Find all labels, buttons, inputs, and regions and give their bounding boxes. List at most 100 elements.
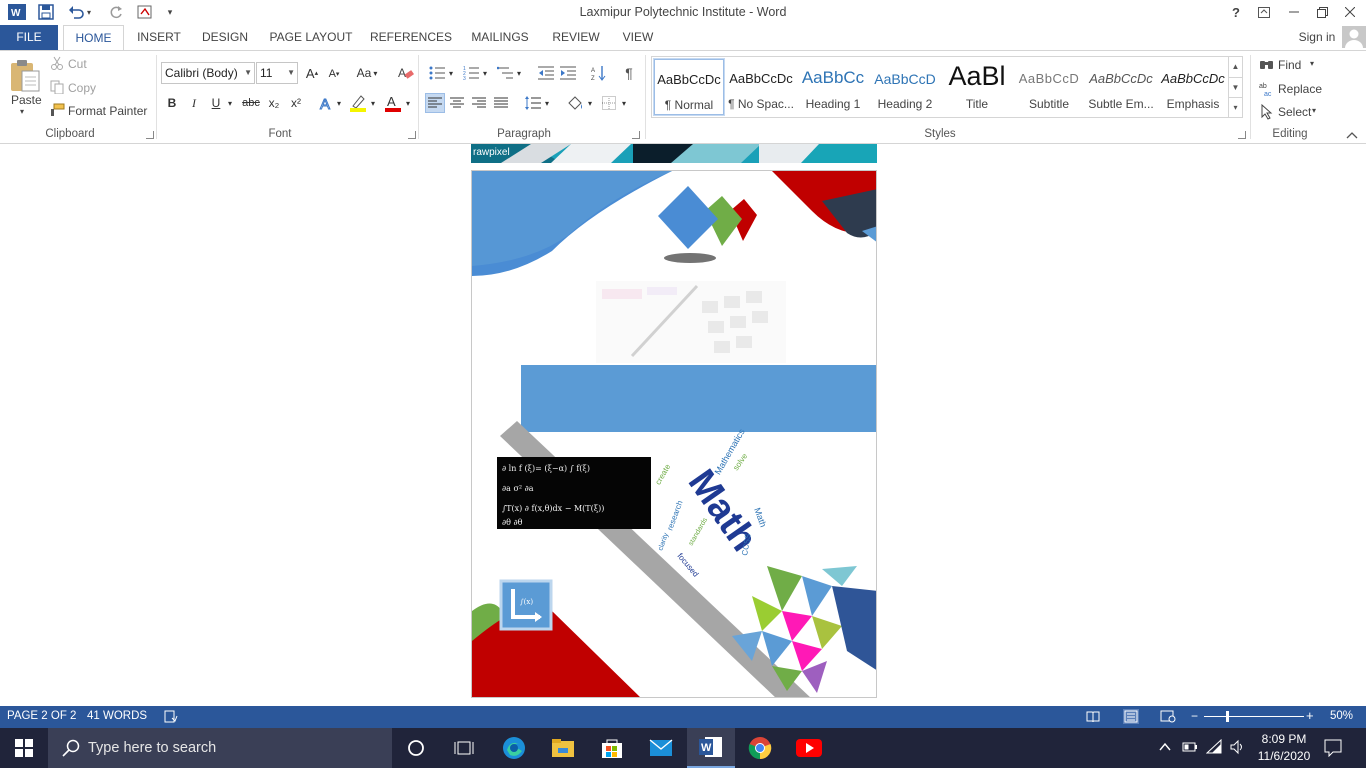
shading-dropdown-icon[interactable]: ▾ <box>585 93 595 113</box>
increase-indent-icon[interactable] <box>558 63 578 83</box>
highlight-dropdown-icon[interactable]: ▾ <box>368 93 378 113</box>
close-icon[interactable] <box>1336 2 1364 22</box>
borders-icon[interactable] <box>599 93 619 113</box>
clock-date[interactable]: 11/6/2020 <box>1256 749 1312 763</box>
bold-button[interactable]: B <box>162 93 182 113</box>
cut-button[interactable]: Cut <box>68 57 87 71</box>
file-explorer-icon[interactable] <box>549 734 577 762</box>
page-indicator[interactable]: PAGE 2 OF 2 <box>7 710 76 722</box>
find-dropdown-icon[interactable]: ▾ <box>1310 59 1314 68</box>
borders-dropdown-icon[interactable]: ▾ <box>619 93 629 113</box>
font-color-icon[interactable]: A <box>383 93 403 113</box>
format-painter-button[interactable]: Format Painter <box>68 104 147 118</box>
font-launcher-icon[interactable] <box>408 131 416 139</box>
sort-icon[interactable]: AZ <box>589 63 609 83</box>
select-button[interactable]: Select <box>1278 105 1311 119</box>
zoom-in-icon[interactable]: + <box>1306 709 1316 722</box>
align-left-icon[interactable] <box>425 93 445 113</box>
style-subtle-emphasis[interactable]: AaBbCcDc Subtle Em... <box>1086 59 1156 115</box>
text-effects-dropdown-icon[interactable]: ▾ <box>334 93 344 113</box>
multilevel-list-icon[interactable] <box>495 63 515 83</box>
read-mode-icon[interactable] <box>1086 710 1100 723</box>
subscript-button[interactable]: x₂ <box>264 93 284 113</box>
change-case-button[interactable]: Aa ▾ <box>352 63 382 83</box>
tab-view[interactable]: VIEW <box>616 25 660 50</box>
help-icon[interactable]: ? <box>1222 2 1250 22</box>
tray-chevron-icon[interactable] <box>1158 740 1172 754</box>
replace-button[interactable]: Replace <box>1278 82 1322 96</box>
format-painter-icon[interactable] <box>49 103 65 117</box>
bullets-dropdown-icon[interactable]: ▾ <box>446 63 456 83</box>
strikethrough-button[interactable]: abc <box>240 93 262 113</box>
text-effects-icon[interactable]: A <box>316 93 336 113</box>
paste-icon[interactable] <box>8 57 42 93</box>
find-button[interactable]: Find <box>1278 58 1301 72</box>
paste-dropdown-icon[interactable]: ▾ <box>20 107 24 116</box>
clear-formatting-icon[interactable]: A <box>396 63 416 83</box>
zoom-slider-thumb[interactable] <box>1226 711 1229 722</box>
tab-mailings[interactable]: MAILINGS <box>464 25 536 50</box>
line-spacing-icon[interactable] <box>523 93 543 113</box>
paragraph-launcher-icon[interactable] <box>632 131 640 139</box>
styles-gallery[interactable]: AaBbCcDc ¶ Normal AaBbCcDc ¶ No Spac... … <box>651 56 1243 118</box>
web-layout-icon[interactable] <box>1160 710 1176 723</box>
tab-design[interactable]: DESIGN <box>196 25 254 50</box>
clipboard-launcher-icon[interactable] <box>146 131 154 139</box>
youtube-icon[interactable] <box>795 734 823 762</box>
style-subtitle[interactable]: AaBbCcD Subtitle <box>1014 59 1084 115</box>
italic-button[interactable]: I <box>184 93 204 113</box>
proofing-icon[interactable] <box>164 710 178 723</box>
notifications-icon[interactable] <box>1324 739 1342 758</box>
tab-file[interactable]: FILE <box>0 25 58 50</box>
collapse-ribbon-icon[interactable] <box>1346 129 1358 139</box>
grow-font-button[interactable]: A ▴ <box>302 63 322 83</box>
justify-icon[interactable] <box>491 93 511 113</box>
decrease-indent-icon[interactable] <box>536 63 556 83</box>
shading-icon[interactable] <box>565 93 585 113</box>
underline-button[interactable]: U <box>206 93 226 113</box>
paste-button[interactable]: Paste <box>11 93 42 107</box>
clock-time[interactable]: 8:09 PM <box>1256 732 1312 746</box>
cortana-icon[interactable] <box>402 734 430 762</box>
word-count[interactable]: 41 WORDS <box>87 710 147 722</box>
style-heading-1[interactable]: AaBbCc Heading 1 <box>798 59 868 115</box>
styles-scroll-down-icon[interactable]: ▼ <box>1228 77 1242 97</box>
zoom-out-icon[interactable]: − <box>1191 710 1201 722</box>
numbering-dropdown-icon[interactable]: ▾ <box>480 63 490 83</box>
taskbar-word-app[interactable]: W <box>687 728 735 768</box>
wifi-icon[interactable] <box>1205 738 1222 755</box>
superscript-button[interactable]: x² <box>286 93 306 113</box>
font-color-dropdown-icon[interactable]: ▾ <box>403 93 413 113</box>
windows-start-icon[interactable] <box>10 734 38 762</box>
find-icon[interactable] <box>1259 57 1275 71</box>
print-layout-icon[interactable] <box>1123 709 1139 724</box>
task-view-icon[interactable] <box>450 734 478 762</box>
styles-scroll-up-icon[interactable]: ▲ <box>1228 57 1242 77</box>
tab-insert[interactable]: INSERT <box>132 25 186 50</box>
avatar[interactable] <box>1342 26 1366 48</box>
mail-icon[interactable] <box>647 734 675 762</box>
select-icon[interactable] <box>1260 103 1274 120</box>
show-marks-icon[interactable]: ¶ <box>619 63 639 83</box>
tab-page-layout[interactable]: PAGE LAYOUT <box>264 25 358 50</box>
replace-icon[interactable]: ab ac <box>1259 81 1275 98</box>
numbering-icon[interactable]: 123 <box>461 63 481 83</box>
minimize-icon[interactable] <box>1280 2 1308 22</box>
underline-dropdown-icon[interactable]: ▾ <box>225 93 235 113</box>
multilevel-dropdown-icon[interactable]: ▾ <box>514 63 524 83</box>
align-right-icon[interactable] <box>469 93 489 113</box>
document-area[interactable]: rawpixel ∂ ln f (ξ)= (ξ−α) ∫ f(ξ) ∂a σ² … <box>0 144 1366 706</box>
chrome-icon[interactable] <box>746 734 774 762</box>
style-no-spacing[interactable]: AaBbCcDc ¶ No Spac... <box>726 59 796 115</box>
zoom-slider-track[interactable] <box>1204 716 1304 717</box>
cut-icon[interactable] <box>50 56 64 70</box>
ribbon-display-options-icon[interactable] <box>1250 2 1278 22</box>
font-name-combo[interactable]: Calibri (Body) ▼ <box>161 62 255 84</box>
styles-launcher-icon[interactable] <box>1238 131 1246 139</box>
volume-icon[interactable] <box>1229 739 1245 755</box>
line-spacing-dropdown-icon[interactable]: ▾ <box>542 93 552 113</box>
restore-icon[interactable] <box>1308 2 1336 22</box>
style-title[interactable]: AaBl Title <box>942 59 1012 115</box>
zoom-level[interactable]: 50% <box>1330 710 1353 722</box>
styles-more-icon[interactable]: ▾ <box>1228 97 1242 117</box>
